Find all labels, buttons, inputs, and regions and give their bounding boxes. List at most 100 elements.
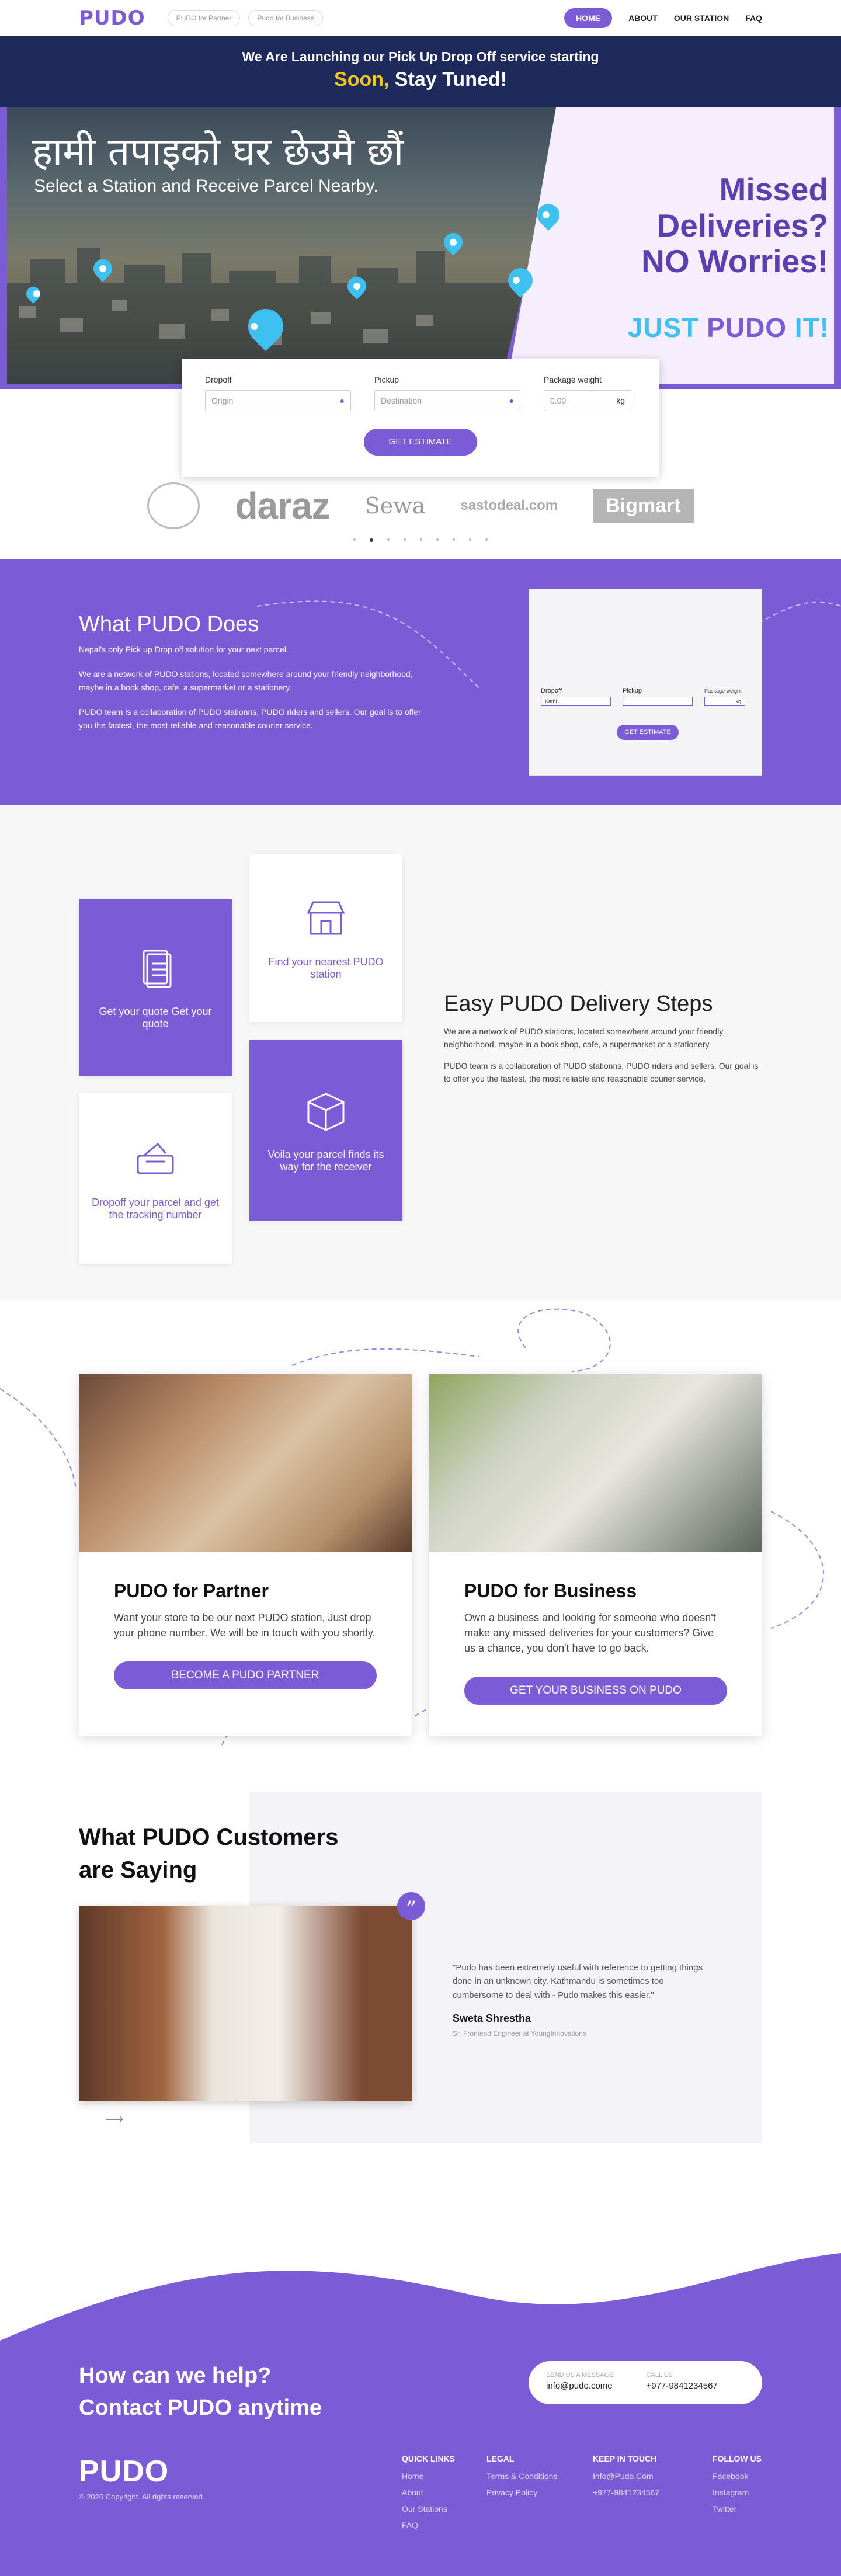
ticket-icon <box>137 1142 174 1174</box>
soon-text: Soon, <box>334 68 390 91</box>
testimonial-section: What PUDO Customers are Saying ” ⟶ "Pudo … <box>0 1792 841 2230</box>
column-title: KEEP IN TOUCH <box>593 2454 657 2463</box>
preview-row: Dropoff Kathi Pickup Package weight kg <box>541 687 745 706</box>
step-tile-quote: Get your quote Get your quote <box>79 899 232 1076</box>
just-word: JUST <box>627 312 699 343</box>
preview-weight: Package weight kg <box>704 687 745 706</box>
footer: How can we help? Contact PUDO anytime Sen… <box>0 2230 841 2576</box>
steps-paragraph: PUDO team is a collaboration of PUDO sta… <box>444 1061 759 1084</box>
footer-link-twitter[interactable]: Twitter <box>713 2504 762 2514</box>
menu-our-station[interactable]: OUR STATION <box>674 13 729 23</box>
parcel-box-icon <box>307 1093 345 1131</box>
carousel-dot[interactable] <box>485 538 488 541</box>
hero-section: हामी तपाइको घर छेउमै छौं Select a Statio… <box>0 107 841 477</box>
heading-line: are Saying <box>79 1857 197 1883</box>
next-arrow-icon[interactable]: ⟶ <box>105 2112 124 2127</box>
footer-link-about[interactable]: About <box>402 2488 455 2497</box>
carousel-dot[interactable] <box>404 538 406 541</box>
preview-estimate-button: GET ESTIMATE <box>617 725 679 740</box>
nav-pills: PUDO for Partner Pudo for Business <box>159 10 323 26</box>
business-card: PUDO for Business Own a business and loo… <box>429 1374 762 1736</box>
missed-line: NO Worries! <box>641 243 828 280</box>
get-estimate-button[interactable]: GET ESTIMATE <box>364 429 477 456</box>
preview-dropoff: Dropoff Kathi <box>541 687 611 706</box>
help-line: How can we help? <box>79 2363 272 2388</box>
partner-business-section: PUDO for Partner Want your store to be o… <box>0 1301 841 1792</box>
estimate-card: Dropoff Origin ● Pickup Destination ● Pack… <box>182 359 659 477</box>
footer-link-facebook[interactable]: Facebook <box>713 2471 762 2481</box>
help-line: Contact PUDO anytime <box>79 2396 322 2421</box>
pickup-field-group: Pickup Destination ● <box>374 375 520 411</box>
footer-phone[interactable]: +977-9841234567 <box>593 2488 659 2497</box>
step-text: Dropoff your parcel and get the tracking… <box>92 1197 219 1221</box>
carousel-dot[interactable] <box>353 538 356 541</box>
menu-faq[interactable]: FAQ <box>745 13 762 23</box>
storefront-icon <box>307 901 345 935</box>
delivery-steps-section: Get your quote Get your quote Find your … <box>0 805 841 1301</box>
carousel-dot[interactable] <box>370 538 373 542</box>
preview-label: Dropoff <box>541 687 562 694</box>
column-title: QUICK LINKS <box>402 2454 455 2463</box>
footer-link-faq[interactable]: FAQ <box>402 2521 455 2530</box>
call-label: Call us <box>646 2372 673 2379</box>
quote-text: "Pudo has been extremely useful with ref… <box>453 1963 703 2000</box>
just-pudo-it: JUST PUDO IT! <box>628 312 829 343</box>
carousel-dot[interactable] <box>436 538 439 541</box>
footer-logo[interactable]: PUDO <box>79 2454 169 2489</box>
footer-link-terms[interactable]: Terms & Conditions <box>486 2471 557 2481</box>
weight-placeholder: 0.00 <box>550 396 567 405</box>
contact-pill: Send us a message info@pudo.come Call us +… <box>529 2361 762 2404</box>
carousel-dot[interactable] <box>387 538 390 541</box>
business-pill-button[interactable]: Pudo for Business <box>248 10 323 26</box>
step-tile-dropoff: Dropoff your parcel and get the tracking… <box>79 1093 232 1264</box>
origin-input[interactable]: Origin ● <box>205 390 351 411</box>
become-partner-button[interactable]: BECOME A PUDO PARTNER <box>114 1661 377 1690</box>
carousel-dot[interactable] <box>453 538 455 541</box>
customer-name: Sweta Shrestha <box>453 2012 531 2024</box>
heading-line: What PUDO Customers <box>79 1824 339 1850</box>
testimonial-quote: "Pudo has been extremely useful with ref… <box>453 1961 710 2038</box>
preview-input: Kathi <box>541 697 611 706</box>
dropoff-label: Dropoff <box>205 375 232 384</box>
destination-input[interactable]: Destination ● <box>374 390 520 411</box>
document-icon <box>143 950 172 988</box>
partner-photo <box>79 1374 412 1552</box>
copyright: © 2020 Copyright. All rights reserved. <box>79 2492 205 2501</box>
message-block[interactable]: Send us a message info@pudo.come <box>546 2372 614 2394</box>
footer-link-instagram[interactable]: Instagram <box>713 2488 762 2497</box>
preview-input <box>623 697 693 706</box>
call-block[interactable]: Call us +977-9841234567 <box>647 2372 718 2394</box>
footer-email[interactable]: Info@Pudo.Com <box>593 2471 659 2481</box>
partner-card-body: PUDO for Partner Want your store to be o… <box>79 1552 412 1718</box>
pudo-logo[interactable]: PUDO <box>79 6 145 30</box>
estimate-fields: Dropoff Origin ● Pickup Destination ● Pack… <box>205 375 636 411</box>
quick-links-column: QUICK LINKS Home About Our Stations FAQ <box>402 2454 455 2537</box>
weight-input[interactable]: 0.00 kg <box>544 390 631 411</box>
missed-deliveries-text: Missed Deliveries? NO Worries! <box>641 171 828 280</box>
stay-tuned-text: Stay Tuned! <box>394 68 507 91</box>
footer-link-privacy[interactable]: Privacy Policy <box>486 2488 557 2497</box>
business-cta-button[interactable]: GET YOUR BUSINESS ON PUDO <box>464 1677 727 1705</box>
emblem-logo <box>147 482 200 529</box>
destination-placeholder: Destination <box>381 396 422 405</box>
menu-about[interactable]: ABOUT <box>628 13 658 23</box>
what-pudo-does-section: What PUDO Does Nepal's only Pick up Drop… <box>0 559 841 805</box>
menu-home[interactable]: HOME <box>564 8 613 28</box>
footer-link-home[interactable]: Home <box>402 2471 455 2481</box>
footer-link-stations[interactable]: Our Stations <box>402 2504 455 2514</box>
partner-pill-button[interactable]: PUDO for Partner <box>167 10 241 26</box>
message-value: info@pudo.come <box>546 2381 613 2391</box>
steps-text-block: Easy PUDO Delivery Steps We are a networ… <box>444 992 759 1086</box>
top-nav: PUDO PUDO for Partner Pudo for Business … <box>0 0 841 36</box>
preview-label: Pickup <box>623 687 642 694</box>
location-pin-icon: ● <box>339 396 345 405</box>
weight-field-group: Package weight 0.00 kg <box>544 375 631 411</box>
keep-in-touch-column: KEEP IN TOUCH Info@Pudo.Com +977-9841234… <box>593 2454 659 2504</box>
carousel-dot[interactable] <box>420 538 422 541</box>
business-photo <box>429 1374 762 1552</box>
carousel-dot[interactable] <box>469 538 471 541</box>
partner-text: Want your store to be our next PUDO stat… <box>114 1612 376 1639</box>
business-card-body: PUDO for Business Own a business and loo… <box>429 1552 762 1733</box>
partner-card: PUDO for Partner Want your store to be o… <box>79 1374 412 1736</box>
message-label: Send us a message <box>546 2372 614 2379</box>
